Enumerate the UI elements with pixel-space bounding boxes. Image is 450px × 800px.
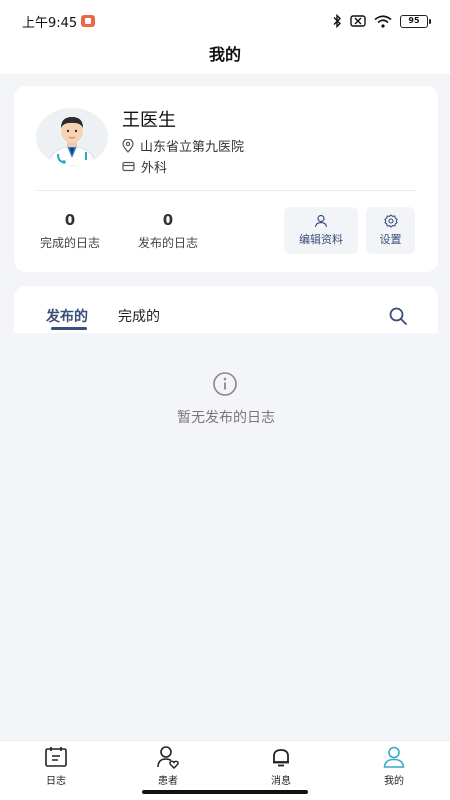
search-icon[interactable]: [388, 306, 408, 326]
status-icons: 95: [332, 14, 431, 28]
nav-label-mine: 我的: [384, 776, 404, 787]
calendar-icon: [45, 747, 67, 767]
logs-panel: 发布的 完成的 暂无发布的日志: [14, 286, 438, 740]
status-bar: 上午9:45 95: [0, 0, 450, 42]
nav-label-patients: 患者: [158, 776, 178, 787]
no-sim-icon: [350, 15, 366, 27]
divider: [36, 190, 416, 191]
empty-state-text: 暂无发布的日志: [177, 410, 275, 426]
avatar[interactable]: [36, 108, 108, 166]
screen-record-icon: [81, 15, 96, 27]
location-pin-icon: [122, 138, 134, 153]
nav-item-logs[interactable]: 日志: [21, 745, 91, 787]
hospital-row: 山东省立第九医院: [122, 136, 244, 155]
nav-label-messages: 消息: [271, 776, 291, 787]
status-time: 上午9:45: [22, 15, 78, 31]
battery-indicator: 95: [400, 14, 431, 28]
settings-button[interactable]: 设置: [366, 207, 415, 254]
published-logs-label: 发布的日志: [137, 236, 198, 250]
published-logs-count: 0: [162, 211, 174, 229]
nav-label-logs: 日志: [46, 776, 66, 787]
edit-profile-label: 编辑资料: [299, 233, 343, 246]
id-card-icon: [122, 161, 135, 172]
published-logs-stat[interactable]: 0 发布的日志: [128, 212, 208, 251]
status-time-group: 上午9:45: [22, 12, 96, 31]
bell-icon: [273, 749, 289, 767]
nav-item-messages[interactable]: 消息: [246, 745, 316, 787]
logs-list: 暂无发布的日志: [14, 333, 438, 740]
gear-icon: [383, 214, 398, 228]
hospital-name: 山东省立第九医院: [140, 140, 245, 155]
completed-logs-label: 完成的日志: [39, 236, 100, 250]
tab-published[interactable]: 发布的: [46, 306, 88, 326]
profile-card: 王医生 山东省立第九医院 外科 0 完成的日志 0 发布的日志 编辑资料 设置: [14, 86, 438, 272]
wifi-icon: [374, 14, 392, 28]
bluetooth-icon: [333, 14, 341, 28]
nav-item-patients[interactable]: 患者: [133, 745, 203, 787]
department-row: 外科: [122, 157, 167, 176]
completed-logs-count: 0: [64, 211, 76, 229]
edit-profile-button[interactable]: 编辑资料: [284, 207, 358, 254]
completed-logs-stat[interactable]: 0 完成的日志: [30, 212, 110, 251]
user-icon: [383, 746, 405, 768]
nav-item-mine[interactable]: 我的: [359, 745, 429, 787]
tab-completed[interactable]: 完成的: [118, 306, 160, 326]
logs-tabs: 发布的 完成的: [14, 286, 438, 333]
user-icon: [314, 214, 328, 228]
doctor-name: 王医生: [122, 110, 176, 131]
home-indicator[interactable]: [142, 790, 308, 794]
active-tab-indicator: [51, 327, 87, 330]
doctor-avatar-icon: [36, 108, 108, 166]
page-title: 我的: [0, 42, 450, 74]
settings-label: 设置: [379, 233, 402, 246]
patient-icon: [157, 746, 179, 769]
info-icon: [213, 372, 237, 396]
department-name: 外科: [141, 161, 168, 176]
